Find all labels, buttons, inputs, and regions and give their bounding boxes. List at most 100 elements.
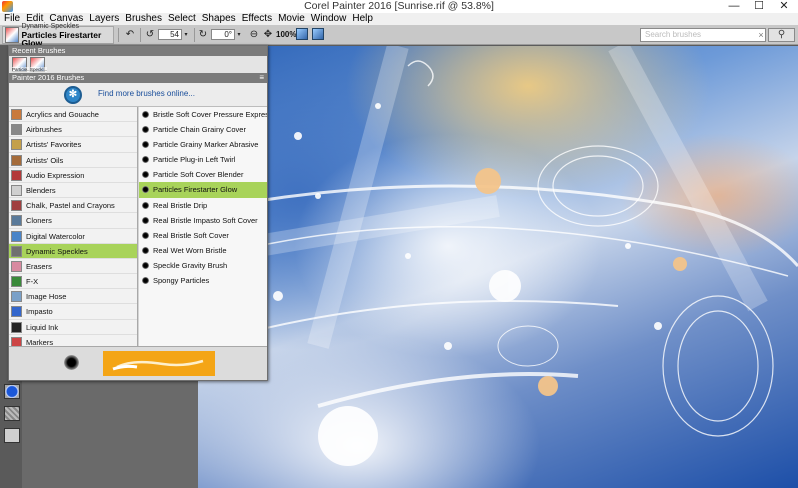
find-more-brushes[interactable]: ✻ Find more brushes online...	[9, 83, 267, 107]
reset-tool-icon[interactable]: ↶	[124, 28, 136, 42]
category-thumbnail-icon	[11, 276, 22, 288]
variant-label: Spongy Particles	[153, 276, 210, 286]
category-item[interactable]: Dynamic Speckles	[9, 243, 137, 259]
recent-brush-label: Particle...	[12, 67, 31, 72]
variant-item[interactable]: Particle Plug-in Left Twirl	[139, 152, 267, 167]
property-bar: Dynamic Speckles Particles Firestarter G…	[0, 23, 798, 47]
close-button[interactable]: ✕	[772, 0, 796, 13]
angle-dropdown-icon[interactable]: ▾	[235, 28, 243, 42]
search-button[interactable]: ⚲	[768, 28, 795, 42]
brush-category-list: Acrylics and Gouache Airbrushes Artists' F…	[9, 107, 138, 346]
recent-brush-2[interactable]: Speckl...	[30, 57, 48, 72]
variant-item[interactable]: Particles Firestarter Glow	[139, 182, 267, 198]
category-item[interactable]: Image Hose	[9, 289, 137, 305]
category-thumbnail-icon	[11, 336, 22, 346]
variant-dab-icon	[142, 216, 149, 224]
variant-dab-icon	[142, 201, 149, 209]
rotation-field[interactable]: 54	[158, 29, 182, 40]
menu-shapes[interactable]: Shapes	[199, 13, 239, 25]
category-label: Blenders	[26, 185, 56, 195]
variant-dab-icon	[142, 231, 149, 239]
recent-brushes-strip: Particle... Speckl...	[9, 56, 267, 73]
variant-item[interactable]: Real Bristle Soft Cover	[139, 228, 267, 243]
brush-search-input[interactable]: Search brushes	[640, 28, 766, 42]
angle-tool-icon[interactable]: ↻	[197, 28, 209, 42]
variant-item[interactable]: Real Wet Worn Bristle	[139, 243, 267, 258]
menu-bar: File Edit Canvas Layers Brushes Select Shapes E…	[0, 13, 798, 25]
category-item[interactable]: Artists' Oils	[9, 153, 137, 168]
category-item[interactable]: Cloners	[9, 213, 137, 229]
minimize-button[interactable]: —	[722, 0, 746, 13]
pan-icon[interactable]: ✥	[262, 28, 274, 42]
variant-item[interactable]: Particle Soft Cover Blender	[139, 167, 267, 182]
category-item[interactable]: Acrylics and Gouache	[9, 107, 137, 123]
maximize-button[interactable]: ☐	[747, 0, 771, 13]
paper-selector-icon[interactable]	[4, 406, 20, 421]
zoom-100-button[interactable]: 100%	[276, 29, 296, 40]
menu-help[interactable]: Help	[349, 13, 376, 25]
category-item[interactable]: Airbrushes	[9, 122, 137, 138]
category-item[interactable]: Audio Expression	[9, 168, 137, 183]
recent-brush-1[interactable]: Particle...	[12, 57, 31, 72]
menu-effects[interactable]: Effects	[239, 13, 275, 25]
category-item[interactable]: Impasto	[9, 304, 137, 320]
recent-brush-label: Speckl...	[30, 67, 48, 72]
menu-window[interactable]: Window	[308, 13, 350, 25]
variant-label: Particle Plug-in Left Twirl	[153, 155, 236, 165]
brush-variant-list: Bristle Soft Cover Pressure Expression Pa…	[139, 107, 267, 346]
brush-variant-icon	[5, 27, 20, 43]
variant-item[interactable]: Speckle Gravity Brush	[139, 258, 267, 273]
category-thumbnail-icon	[11, 154, 22, 166]
variant-item[interactable]: Particle Chain Grainy Cover	[139, 122, 267, 137]
menu-movie[interactable]: Movie	[275, 13, 308, 25]
brush-selector[interactable]: Dynamic Speckles Particles Firestarter G…	[2, 23, 114, 47]
angle-field[interactable]: 0°	[211, 29, 235, 40]
main-color-swatch[interactable]	[4, 384, 20, 399]
category-item[interactable]: Chalk, Pastel and Crayons	[9, 198, 137, 214]
zoom-out-icon[interactable]: ⊖	[248, 28, 260, 42]
category-item[interactable]: Digital Watercolor	[9, 229, 137, 244]
variant-dab-icon	[142, 111, 149, 118]
menu-brushes[interactable]: Brushes	[122, 13, 165, 25]
variant-item[interactable]: Real Bristle Drip	[139, 198, 267, 213]
category-item[interactable]: Artists' Favorites	[9, 137, 137, 153]
variant-item[interactable]: Real Bristle Impasto Soft Cover	[139, 213, 267, 228]
toolbar-divider	[194, 28, 195, 42]
rotate-page-icon[interactable]: ↺	[144, 28, 156, 42]
category-item[interactable]: Markers	[9, 335, 137, 346]
variant-label: Particles Firestarter Glow	[153, 185, 238, 195]
variant-label: Real Bristle Soft Cover	[153, 230, 229, 240]
variant-item[interactable]: Particle Grainy Marker Abrasive	[139, 137, 267, 152]
panel-menu-icon[interactable]: ≡	[259, 73, 264, 83]
category-item[interactable]: F-X	[9, 274, 137, 290]
toolbar-divider	[140, 28, 141, 42]
stroke-preview-area	[9, 346, 267, 380]
menu-select[interactable]: Select	[165, 13, 199, 25]
category-label: Digital Watercolor	[26, 231, 85, 241]
variant-item[interactable]: Spongy Particles	[139, 273, 267, 288]
fit-to-screen-icon[interactable]	[296, 28, 308, 40]
sunrise-artwork[interactable]	[198, 46, 798, 488]
library-title: Painter 2016 Brushes	[12, 73, 85, 82]
find-more-link[interactable]: Find more brushes online...	[98, 89, 195, 98]
category-item[interactable]: Liquid Ink	[9, 320, 137, 335]
category-item[interactable]: Blenders	[9, 183, 137, 199]
menu-file[interactable]: File	[1, 13, 23, 25]
window-title: Corel Painter 2016 [Sunrise.rif @ 53.8%]	[304, 0, 494, 12]
category-label: F-X	[26, 277, 39, 287]
media-selector-icon[interactable]	[4, 428, 20, 443]
category-label: Airbrushes	[26, 125, 62, 135]
actual-size-icon[interactable]	[312, 28, 324, 40]
variant-dab-icon	[142, 186, 149, 194]
variant-item[interactable]: Bristle Soft Cover Pressure Expression	[139, 107, 267, 122]
category-item[interactable]: Erasers	[9, 259, 137, 275]
category-thumbnail-icon	[11, 291, 22, 303]
search-clear-icon[interactable]: ×	[756, 29, 766, 41]
dab-preview	[64, 355, 79, 370]
category-label: Artists' Favorites	[26, 140, 82, 150]
category-label: Dynamic Speckles	[26, 246, 88, 256]
category-label: Chalk, Pastel and Crayons	[26, 201, 115, 211]
library-header: Painter 2016 Brushes ≡	[9, 73, 267, 83]
rotation-dropdown-icon[interactable]: ▾	[182, 28, 190, 42]
category-label: Liquid Ink	[26, 322, 59, 332]
